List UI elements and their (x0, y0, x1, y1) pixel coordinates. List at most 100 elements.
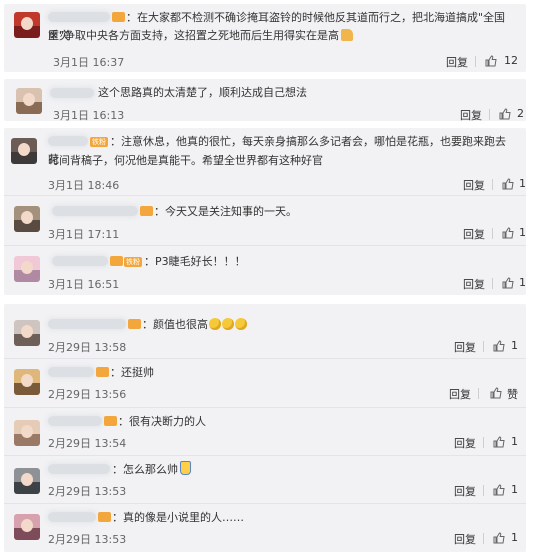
comment-text: ：今天又是关注知事的一天。 (52, 203, 514, 221)
divider (483, 341, 484, 352)
fan-badge: 铁粉 (124, 257, 142, 267)
username-blurred[interactable] (48, 464, 110, 474)
thumbs-up-icon[interactable] (493, 340, 505, 352)
thumbs-up-icon[interactable] (485, 55, 497, 67)
comment-item: ：在大家都不检测不确诊掩耳盗铃的时候他反其道而行之，把北海道搞成"全国重灾 区"… (4, 4, 526, 72)
vip-badge-icon (112, 12, 125, 22)
username-blurred[interactable] (52, 256, 108, 266)
emoji-icon (235, 318, 247, 330)
avatar[interactable] (14, 256, 40, 282)
avatar[interactable] (14, 369, 40, 395)
comment-item: 铁粉 ：P3睫毛好长！！！ 3月1日 16:51 回复 1 (4, 246, 526, 294)
comment-card-a: ：在大家都不检测不确诊掩耳盗铃的时候他反其道而行之，把北海道搞成"全国重灾 区"… (4, 4, 526, 72)
reply-button[interactable]: 回复 (449, 386, 471, 402)
comment-text: 铁粉 ：P3睫毛好长！！！ (52, 253, 514, 271)
comment-card-a2: 这个思路真的太清楚了，顺利达成自己想法 3月1日 16:13 回复 2 (4, 79, 526, 123)
username-blurred[interactable] (50, 88, 94, 98)
username-blurred[interactable] (52, 206, 138, 216)
avatar[interactable] (11, 138, 37, 164)
emoji-icon (209, 318, 221, 330)
divider (492, 278, 493, 289)
comment-text: 这个思路真的太清楚了，顺利达成自己想法 (98, 86, 307, 99)
thumbs-up-icon[interactable] (502, 227, 514, 239)
thumbs-up-icon[interactable] (499, 108, 511, 120)
comment-item: 这个思路真的太清楚了，顺利达成自己想法 3月1日 16:13 回复 2 (4, 79, 526, 123)
avatar[interactable] (14, 468, 40, 494)
thumbs-up-icon[interactable] (493, 436, 505, 448)
avatar[interactable] (16, 88, 42, 114)
vip-badge-icon (98, 512, 111, 522)
vip-badge-icon (128, 319, 141, 329)
comment-text: ：很有决断力的人 (48, 413, 514, 431)
comment-time: 3月1日 18:46 (48, 179, 120, 192)
comment-text: ：怎么那么帅 (48, 461, 514, 479)
like-count: 1 (511, 435, 518, 448)
comment-item: ：今天又是关注知事的一天。 3月1日 17:11 回复 1 (4, 196, 526, 244)
comment-time: 3月1日 16:37 (53, 56, 125, 69)
username-blurred[interactable] (48, 12, 110, 22)
like-count: 1 (519, 276, 526, 289)
comment-item: ：真的像是小说里的人…… 2月29日 13:53 回复 1 (4, 504, 526, 552)
comment-text: ：颜值也很高 (48, 316, 514, 334)
like-count: 1 (519, 226, 526, 239)
divider (475, 56, 476, 67)
avatar[interactable] (14, 206, 40, 232)
comment-card-b: 铁粉 ：注意休息，他真的很忙，每天亲身搞那么多记者会，哪怕是花瓶，也要跑来跑去花 … (4, 128, 526, 295)
avatar[interactable] (14, 420, 40, 446)
thumbs-up-icon[interactable] (490, 387, 502, 399)
comment-item: 铁粉 ：注意休息，他真的很忙，每天亲身搞那么多记者会，哪怕是花瓶，也要跑来跑去花 … (4, 128, 526, 193)
comment-item: ：还挺帅 2月29日 13:56 回复 赞 (4, 359, 526, 407)
divider (483, 437, 484, 448)
vip-badge-icon (104, 416, 117, 426)
reply-button[interactable]: 回复 (463, 177, 485, 193)
like-count: 12 (504, 54, 518, 67)
divider (492, 179, 493, 190)
divider (483, 485, 484, 496)
comment-text: ：还挺帅 (48, 364, 514, 382)
reply-button[interactable]: 回复 (454, 339, 476, 355)
comment-card-c: ：颜值也很高 2月29日 13:58 回复 1 ：还挺帅 2月29日 13:56… (4, 304, 526, 552)
vip-badge-icon (96, 367, 109, 377)
divider (483, 533, 484, 544)
thumbs-up-emoji-icon (341, 29, 354, 41)
comment-text-line2: 区"争取中央各方面支持，这招置之死地而后生用得实在是高 (48, 27, 514, 45)
reply-button[interactable]: 回复 (454, 531, 476, 547)
comment-text: ：真的像是小说里的人…… (48, 509, 514, 527)
drink-emoji-icon (180, 461, 191, 475)
thumbs-up-icon[interactable] (493, 484, 505, 496)
username-blurred[interactable] (48, 136, 88, 146)
username-blurred[interactable] (48, 512, 96, 522)
comment-time: 3月1日 16:13 (53, 109, 125, 122)
reply-button[interactable]: 回复 (463, 226, 485, 242)
divider (478, 388, 479, 399)
comment-time: 2月29日 13:53 (48, 485, 127, 498)
thumbs-up-icon[interactable] (493, 532, 505, 544)
divider (489, 109, 490, 120)
avatar[interactable] (14, 320, 40, 346)
comment-time: 2月29日 13:56 (48, 388, 127, 401)
thumbs-up-icon[interactable] (502, 178, 514, 190)
avatar[interactable] (14, 12, 40, 38)
like-count: 2 (517, 107, 524, 120)
comment-item: ：颜值也很高 2月29日 13:58 回复 1 (4, 304, 526, 354)
fan-badge: 铁粉 (90, 137, 108, 147)
username-blurred[interactable] (48, 367, 94, 377)
divider (492, 228, 493, 239)
reply-button[interactable]: 回复 (463, 276, 485, 292)
reply-button[interactable]: 回复 (454, 435, 476, 451)
like-count: 1 (511, 531, 518, 544)
username-blurred[interactable] (48, 416, 102, 426)
like-count: 1 (519, 177, 526, 190)
thumbs-up-icon[interactable] (502, 277, 514, 289)
comment-item: ：很有决断力的人 2月29日 13:54 回复 1 (4, 408, 526, 456)
like-count: 1 (511, 339, 518, 352)
vip-badge-icon (110, 256, 123, 266)
avatar[interactable] (14, 514, 40, 540)
reply-button[interactable]: 回复 (446, 54, 468, 70)
like-count: 1 (511, 483, 518, 496)
username-blurred[interactable] (48, 319, 126, 329)
reply-button[interactable]: 回复 (460, 107, 482, 123)
comment-time: 3月1日 16:51 (48, 278, 120, 291)
comment-time: 3月1日 17:11 (48, 228, 120, 241)
reply-button[interactable]: 回复 (454, 483, 476, 499)
